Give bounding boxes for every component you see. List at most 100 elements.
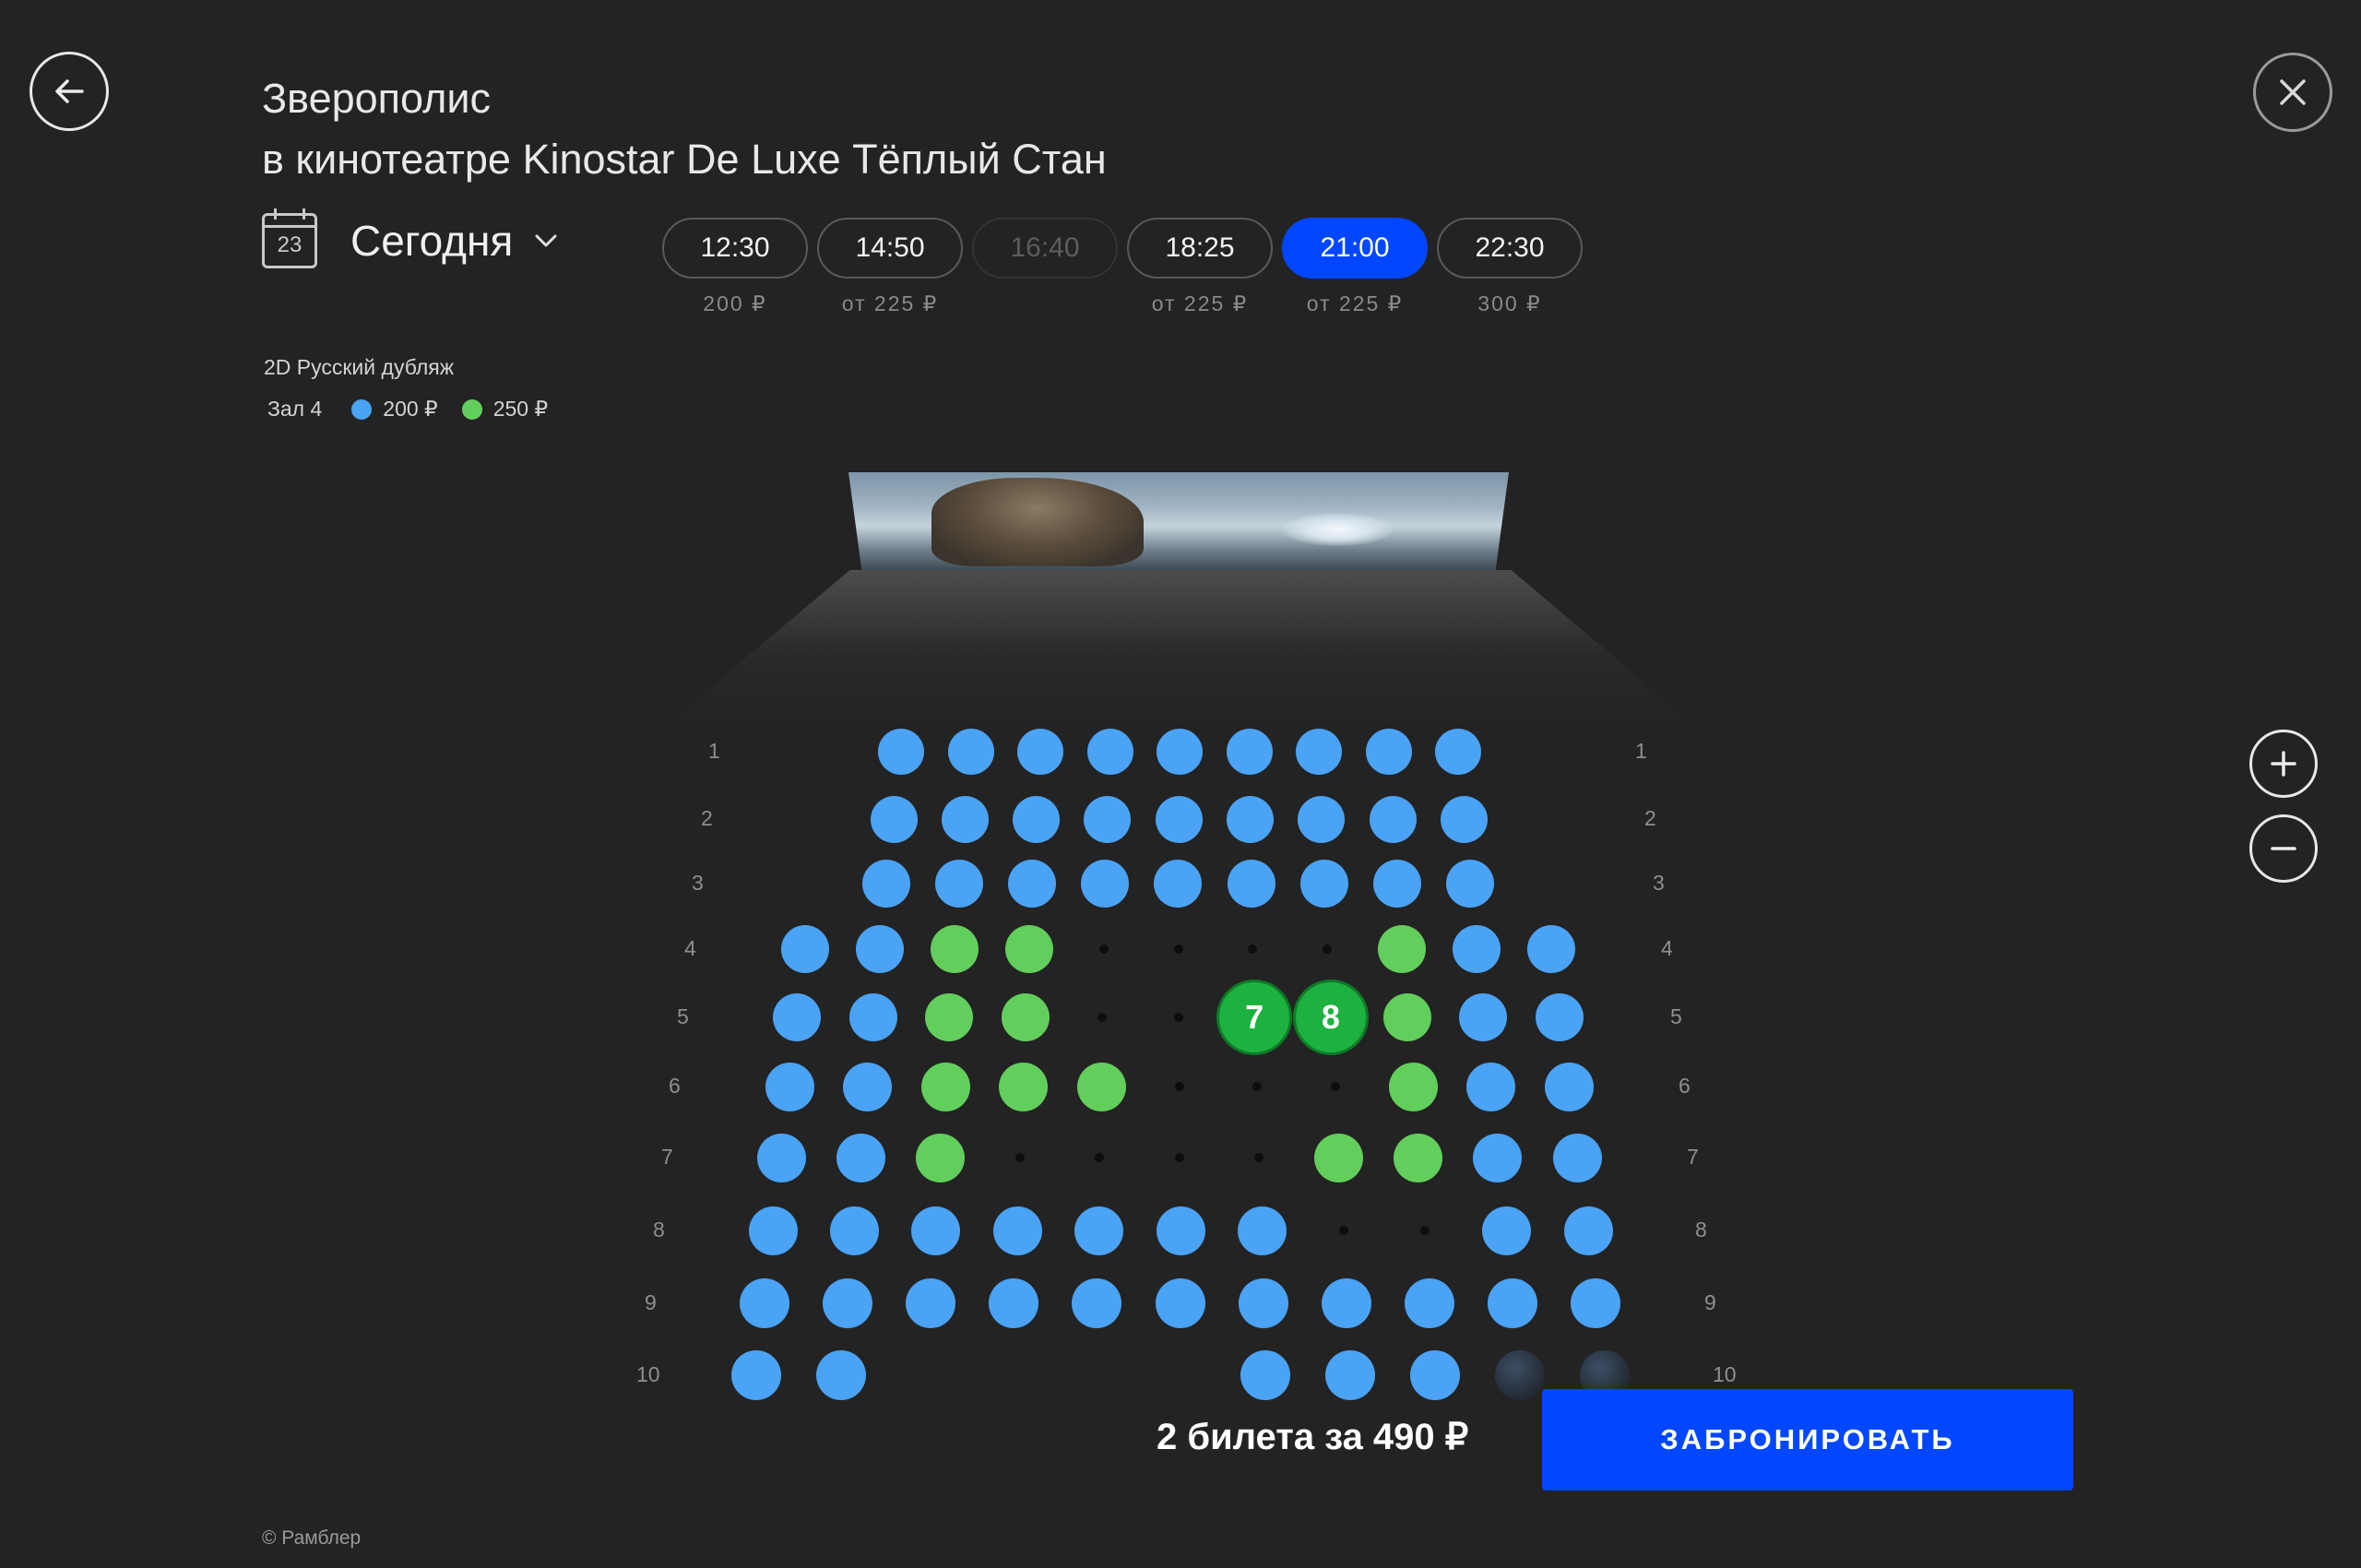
seat-blue[interactable] [740,1278,789,1328]
seat-blue[interactable] [816,1350,866,1400]
seat-gap [1174,1082,1184,1091]
seat-blue[interactable] [1563,1206,1613,1255]
zoom-in-button[interactable] [2249,730,2318,798]
seat-gap [1014,1153,1025,1162]
seat-blue[interactable] [1017,729,1063,775]
seat-blue[interactable] [1435,729,1481,775]
seat-blue[interactable] [1440,795,1488,843]
seat-blue[interactable] [1081,860,1130,908]
seat-green[interactable] [1004,925,1053,973]
seat-blue[interactable] [843,1062,892,1111]
seat-green[interactable] [1076,1062,1126,1111]
seat-blue[interactable] [1086,729,1133,775]
seat-blue[interactable] [1571,1278,1620,1328]
seat-blue[interactable] [947,729,994,775]
seat-blue[interactable] [756,1133,806,1182]
seat-green[interactable] [1382,993,1431,1041]
seat-blue[interactable] [1369,795,1417,843]
seat-blue[interactable] [1084,795,1132,843]
seat-blue[interactable] [1482,1206,1532,1255]
seat-blue[interactable] [848,993,897,1041]
seat-blue[interactable] [941,795,989,843]
zoom-out-button[interactable] [2249,814,2318,883]
seat-blue[interactable] [1072,1278,1122,1328]
seat-blue[interactable] [1154,860,1203,908]
minus-icon [2271,847,2296,850]
seat-green[interactable] [999,1062,1048,1111]
seat-blue[interactable] [1157,729,1203,775]
row-number-left: 2 [701,806,713,830]
seat-green[interactable] [916,1133,966,1182]
seat-blue[interactable] [1372,860,1421,908]
seat-blue[interactable] [1298,795,1346,843]
seat-blue[interactable] [1527,925,1575,973]
seat-selected[interactable]: 7 [1216,980,1293,1055]
seat-blue[interactable] [1544,1062,1594,1111]
seat-blue[interactable] [773,993,821,1041]
seat-blue[interactable] [878,729,924,775]
seat-blue[interactable] [1459,993,1508,1041]
order-summary: 2 билета за 490 ₽ [1157,1417,1469,1457]
seat-green[interactable] [920,1062,970,1111]
seat-blue[interactable] [1365,729,1412,775]
seat-green[interactable] [1388,1062,1438,1111]
seat-green[interactable] [1002,993,1050,1041]
seat-green[interactable] [1393,1133,1442,1182]
seat-blue[interactable] [1466,1062,1515,1111]
row-number-left: 5 [677,1004,689,1028]
seat-gap [1253,1153,1264,1162]
seat-blue[interactable] [1240,1350,1290,1400]
seat-blue[interactable] [1013,795,1061,843]
seat-gap [1095,1153,1105,1162]
row-number-left: 1 [708,739,720,763]
seat-blue[interactable] [1321,1278,1371,1328]
seat-blue[interactable] [1296,729,1342,775]
seat-blue[interactable] [1445,860,1494,908]
seat-green[interactable] [925,993,974,1041]
seat-blue[interactable] [1237,1206,1287,1255]
seat-blue[interactable] [1074,1206,1124,1255]
book-button[interactable]: ЗАБРОНИРОВАТЬ [1542,1389,2073,1491]
seat-blue[interactable] [1156,1206,1205,1255]
seat-blue[interactable] [1453,925,1501,973]
seat-blue[interactable] [1226,729,1273,775]
seat-blue[interactable] [836,1133,885,1182]
seat-blue[interactable] [989,1278,1039,1328]
seat-blue[interactable] [1238,1278,1288,1328]
seat-blue[interactable] [1227,795,1274,843]
seat-blue[interactable] [765,1062,814,1111]
seat-blue[interactable] [906,1278,956,1328]
seat-green[interactable] [930,925,979,973]
seat-blue[interactable] [1155,795,1203,843]
seat-blue[interactable] [829,1206,879,1255]
seat-blue[interactable] [781,925,829,973]
seat-blue[interactable] [1410,1350,1460,1400]
seat-green[interactable] [1378,925,1427,973]
seat-blue[interactable] [1155,1278,1205,1328]
row-number-left: 6 [669,1074,681,1098]
seat-blue[interactable] [731,1350,781,1400]
seat-blue[interactable] [855,925,904,973]
seat-blue[interactable] [1487,1278,1537,1328]
seat-selected[interactable]: 8 [1292,980,1369,1055]
seat-blue[interactable] [823,1278,873,1328]
seat-gap [1248,944,1258,954]
seat-blue[interactable] [1008,860,1057,908]
seat-blue[interactable] [1227,860,1275,908]
seat-blue[interactable] [1473,1133,1523,1182]
seat-blue[interactable] [870,795,918,843]
seat-blue[interactable] [1536,993,1584,1041]
seat-blue[interactable] [992,1206,1042,1255]
seat-blue[interactable] [911,1206,961,1255]
seat-blue[interactable] [1325,1350,1375,1400]
seat-blue[interactable] [1552,1133,1602,1182]
seat-blue[interactable] [1404,1278,1454,1328]
row-number-left: 10 [636,1362,660,1386]
seat-blue[interactable] [935,860,984,908]
seat-blue[interactable] [862,860,910,908]
seat-blue[interactable] [1299,860,1348,908]
seat-green[interactable] [1313,1133,1363,1182]
seat-blue[interactable] [748,1206,798,1255]
row-number-right: 5 [1670,1004,1682,1028]
plus-icon [2271,751,2296,777]
